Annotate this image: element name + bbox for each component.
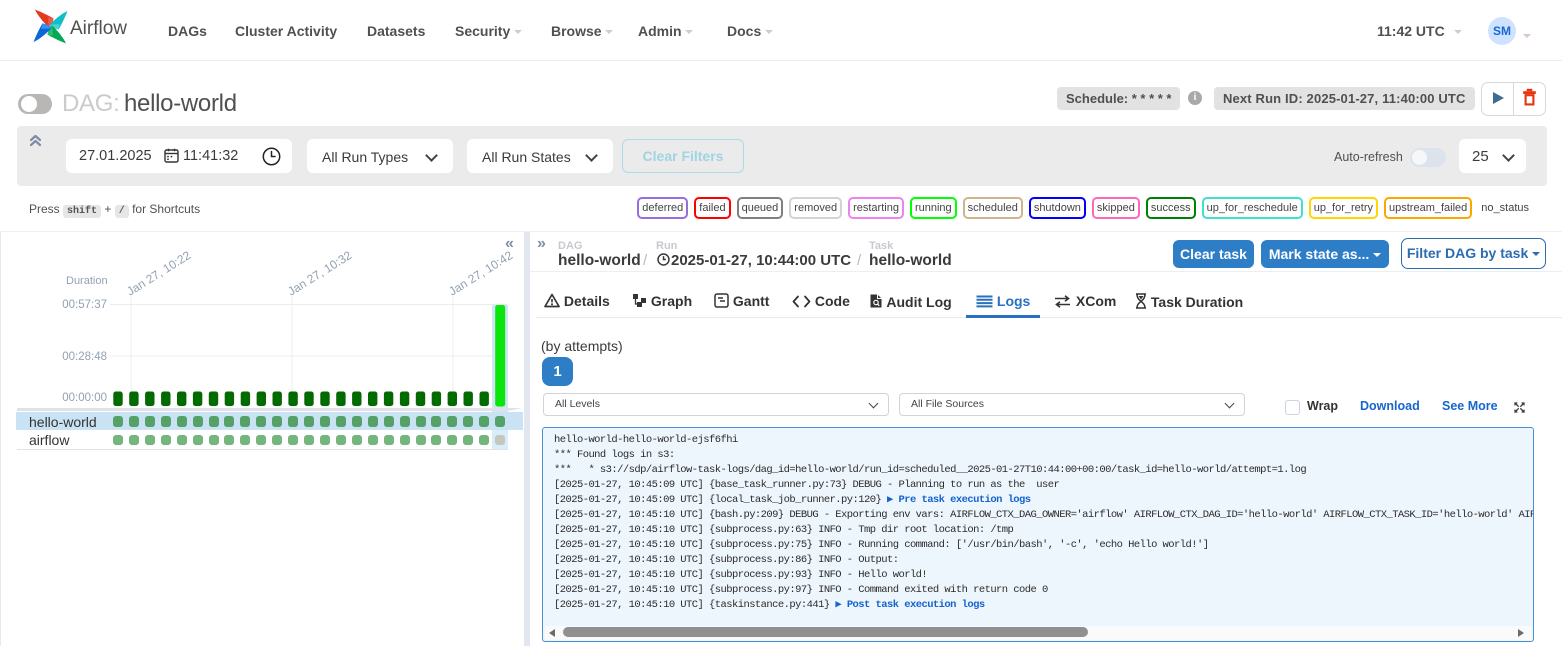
svg-text:Jan 27, 10:42: Jan 27, 10:42 — [446, 248, 515, 299]
svg-text:Jan 27, 10:22: Jan 27, 10:22 — [124, 248, 193, 299]
svg-text:Jan 27, 10:32: Jan 27, 10:32 — [285, 248, 354, 299]
